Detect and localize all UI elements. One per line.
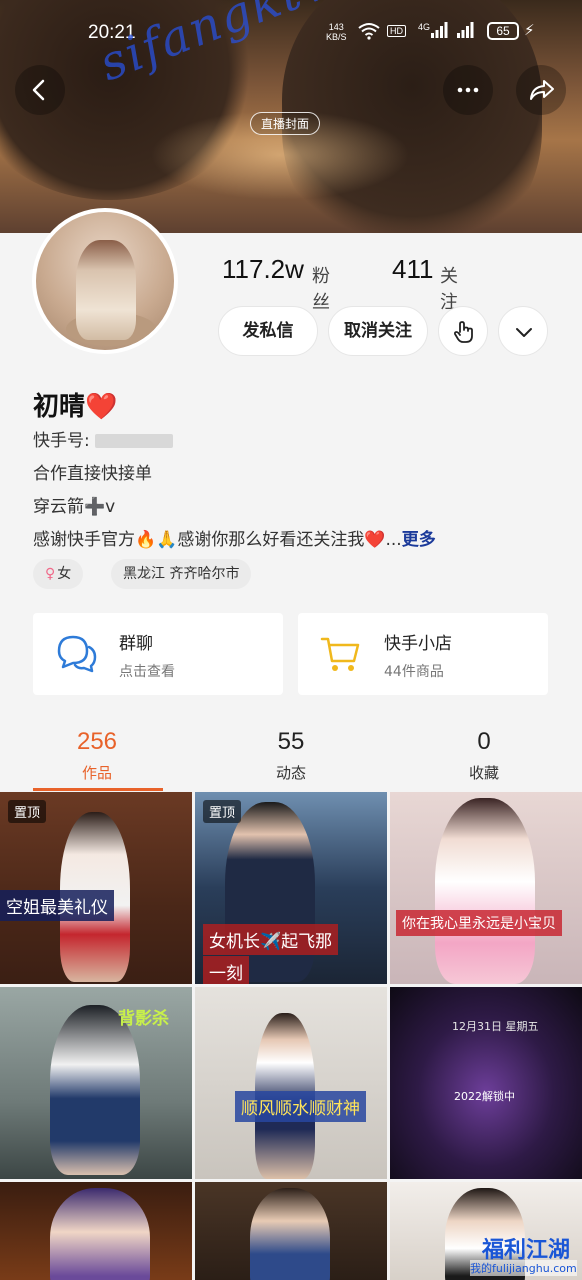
message-button[interactable]: 发私信 (218, 306, 318, 356)
video-caption: 女机长✈️起飞那 (203, 924, 339, 955)
corner-watermark-url: 我的fulijianghu.com (470, 1260, 577, 1276)
location-tag: 黑龙江 齐齐哈尔市 (111, 559, 252, 589)
thumbnail-figure (435, 798, 535, 984)
tab-favorites-label: 收藏 (468, 764, 499, 782)
thumbnail-figure (50, 1188, 150, 1280)
tab-favorites-count: 0 (477, 728, 491, 755)
kuaishou-id[interactable]: 快手号: (33, 426, 174, 451)
video-caption: 2022解锁中 (454, 1090, 515, 1103)
video-caption: 一刻 (203, 956, 249, 984)
charging-icon: ⚡ (524, 21, 535, 39)
chat-bubbles-icon (57, 635, 97, 673)
bio-line-1: 合作直接快接单 (33, 464, 152, 484)
female-icon: ♀ (45, 566, 56, 582)
shop-subtitle: 44件商品 (384, 664, 444, 680)
unfollow-button[interactable]: 取消关注 (328, 306, 428, 356)
bio-line-2: 穿云箭➕v (33, 497, 116, 517)
kuaishou-id-label: 快手号: (33, 431, 90, 451)
battery-indicator: 65 (487, 22, 519, 40)
profile-page: 20:21 143 KB/S HD 4G 65 ⚡ 直播封面 117.2w 粉丝… (0, 0, 582, 1280)
avatar-figure (76, 240, 136, 340)
bio-more-link[interactable]: 更多 (402, 530, 436, 550)
video-caption: 背影杀 (118, 1009, 169, 1029)
heart-icon: ❤️ (85, 392, 118, 422)
back-button[interactable] (15, 65, 65, 115)
video-thumbnail[interactable] (195, 1182, 387, 1280)
video-thumbnail[interactable]: 顺风顺水顺财神 (195, 987, 387, 1179)
wifi-icon (358, 23, 380, 40)
kuaishou-id-value-redacted (95, 434, 174, 448)
video-thumbnail[interactable]: 置顶 空姐最美礼仪 (0, 792, 192, 984)
profile-name-text: 初晴 (33, 392, 86, 422)
hand-pointer-icon (454, 321, 473, 343)
video-thumbnail[interactable] (0, 1182, 192, 1280)
hd-badge: HD (387, 25, 406, 37)
tab-works-label: 作品 (81, 764, 112, 782)
gender-tag-text: 女 (57, 566, 72, 582)
signal-icon-2 (457, 22, 474, 38)
signal-icon (431, 22, 448, 38)
network-speed: 143 KB/S (326, 22, 347, 42)
video-thumbnail[interactable]: 置顶 女机长✈️起飞那 一刻 (195, 792, 387, 984)
network-type: 4G (418, 22, 431, 32)
video-caption: 12月31日 星期五 (452, 1020, 539, 1033)
chevron-left-icon (32, 79, 45, 101)
shop-title: 快手小店 (384, 634, 452, 654)
bio-line-3: 感谢快手官方🔥🙏感谢你那么好看还关注我❤️...更多 (33, 525, 436, 550)
video-thumbnail[interactable]: 背影杀 (0, 987, 192, 1179)
shopping-cart-icon (320, 637, 360, 671)
gesture-button[interactable] (438, 306, 488, 356)
corner-watermark: 福利江湖 我的fulijianghu.com (470, 1232, 582, 1280)
active-tab-indicator (33, 788, 163, 791)
thumbnail-figure (225, 802, 315, 982)
speed-unit: KB/S (326, 32, 347, 42)
more-options-button[interactable] (443, 65, 493, 115)
gender-tag: ♀ 女 (33, 559, 84, 589)
tab-moments[interactable]: 55 动态 (241, 728, 341, 783)
group-chat-title: 群聊 (119, 634, 153, 654)
thumbnail-figure (250, 1188, 330, 1280)
pinned-badge: 置顶 (8, 800, 47, 823)
avatar[interactable] (32, 208, 178, 354)
group-chat-subtitle: 点击查看 (119, 664, 175, 680)
followers-count[interactable]: 117.2w (222, 254, 304, 285)
chevron-down-icon (516, 328, 532, 337)
video-thumbnail[interactable]: 12月31日 星期五 2022解锁中 (390, 987, 582, 1179)
ellipsis-icon (457, 87, 479, 93)
bio-line-3-text: 感谢快手官方🔥🙏感谢你那么好看还关注我❤️... (33, 530, 402, 550)
tab-moments-count: 55 (277, 728, 305, 755)
following-count[interactable]: 411 (392, 254, 433, 285)
shop-card[interactable]: 快手小店 44件商品 (298, 613, 548, 695)
profile-name: 初晴❤️ (33, 386, 117, 423)
video-caption: 空姐最美礼仪 (0, 890, 114, 921)
video-caption: 你在我心里永远是小宝贝 (396, 910, 562, 936)
share-icon (530, 80, 554, 100)
group-chat-card[interactable]: 群聊 点击查看 (33, 613, 283, 695)
pinned-badge: 置顶 (203, 800, 242, 823)
followers-label[interactable]: 粉丝 (312, 262, 330, 314)
video-thumbnail[interactable]: 你在我心里永远是小宝贝 (390, 792, 582, 984)
share-button[interactable] (516, 65, 566, 115)
tab-works-count: 256 (76, 728, 118, 755)
speed-value: 143 (328, 22, 344, 32)
status-bar: 20:21 143 KB/S HD 4G 65 ⚡ (0, 18, 582, 48)
tab-favorites[interactable]: 0 收藏 (434, 728, 534, 783)
expand-button[interactable] (498, 306, 548, 356)
tab-works[interactable]: 256 作品 (47, 728, 147, 783)
live-cover-badge: 直播封面 (250, 112, 321, 135)
video-caption: 顺风顺水顺财神 (235, 1091, 366, 1122)
tab-moments-label: 动态 (275, 764, 306, 782)
status-time: 20:21 (88, 22, 136, 43)
